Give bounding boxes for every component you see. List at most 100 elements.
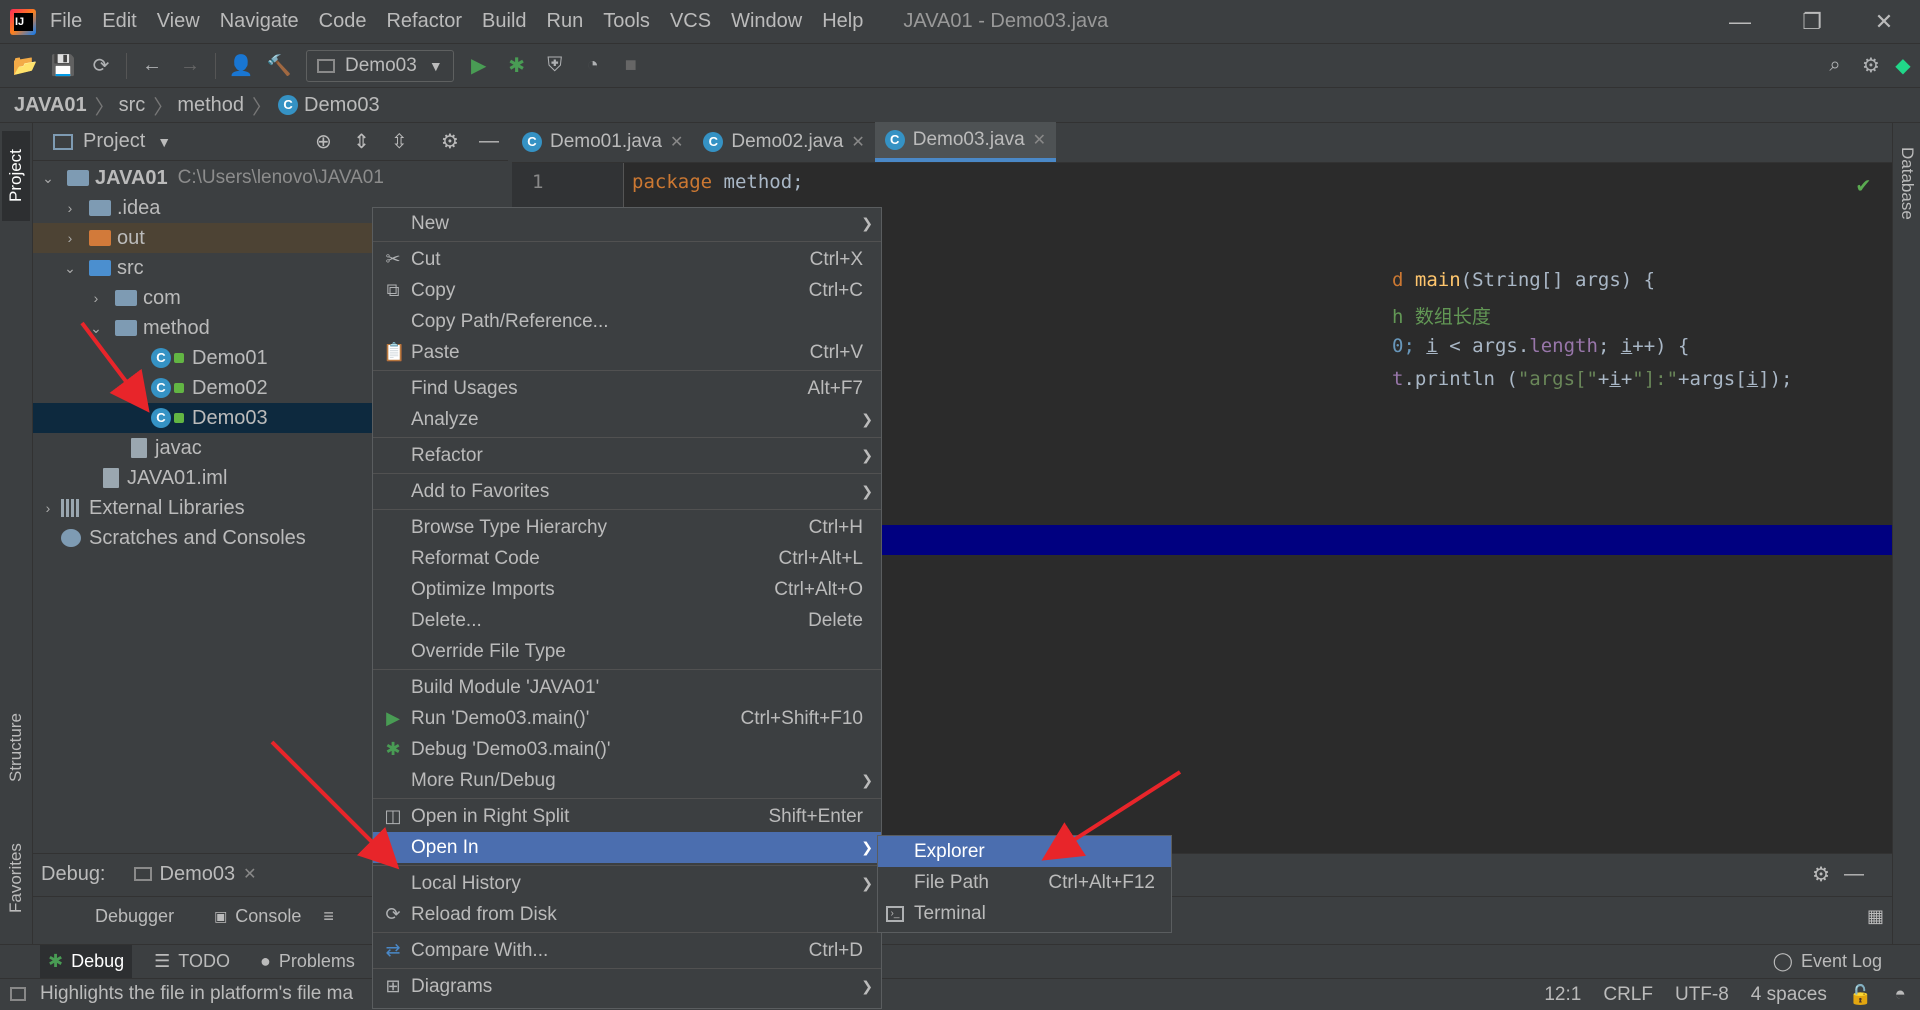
locate-crosshair-icon[interactable]: ⊕: [315, 129, 332, 154]
back-arrow-icon[interactable]: ←: [139, 53, 165, 79]
database-tool-tab[interactable]: Database: [1893, 133, 1920, 233]
debug-tool-button[interactable]: ✱ Debug: [40, 944, 133, 979]
project-panel-title[interactable]: Project: [83, 130, 145, 153]
menu-item-terminal[interactable]: ›_ Terminal: [878, 898, 1171, 929]
run-configuration-select[interactable]: Demo03 ▼: [306, 49, 454, 82]
hammer-build-icon[interactable]: 🔨: [266, 53, 292, 79]
menu-navigate[interactable]: Navigate: [220, 10, 299, 33]
tab-demo03[interactable]: C Demo03.java ✕: [874, 122, 1057, 162]
breadcrumb-src[interactable]: src: [119, 94, 146, 117]
panel-toggle-icon[interactable]: [10, 987, 26, 1001]
gear-icon[interactable]: ⚙: [441, 129, 459, 154]
menu-item-diagrams[interactable]: ⊞ Diagrams ❯: [373, 971, 881, 1002]
structure-tool-tab[interactable]: Structure: [2, 693, 30, 803]
expanded-arrow-icon[interactable]: ⌄: [89, 320, 103, 337]
minimize-button[interactable]: —: [1704, 0, 1776, 43]
tab-demo02[interactable]: C Demo02.java ✕: [693, 122, 874, 162]
chevron-down-icon[interactable]: ▼: [157, 134, 171, 150]
collapsed-arrow-icon[interactable]: ›: [63, 230, 77, 246]
expanded-arrow-icon[interactable]: ⌄: [63, 260, 77, 277]
menu-item-optimize-imports[interactable]: Optimize Imports Ctrl+Alt+O: [373, 574, 881, 605]
tab-demo01[interactable]: C Demo01.java ✕: [512, 122, 693, 162]
menu-item-open-in-right-split[interactable]: ◫ Open in Right Split Shift+Enter: [373, 801, 881, 832]
menu-item-browse-type-hierarchy[interactable]: Browse Type Hierarchy Ctrl+H: [373, 512, 881, 543]
breadcrumb-demo03[interactable]: Demo03: [304, 94, 380, 117]
coverage-icon[interactable]: ⛨: [542, 53, 568, 79]
menu-run[interactable]: Run: [547, 10, 584, 33]
settings-gear-icon[interactable]: ⚙: [1858, 53, 1884, 79]
close-tab-icon[interactable]: ✕: [1033, 130, 1046, 150]
close-tab-icon[interactable]: ✕: [851, 132, 864, 152]
menu-build[interactable]: Build: [482, 10, 526, 33]
collapsed-arrow-icon[interactable]: ›: [41, 500, 55, 516]
save-icon[interactable]: 💾: [50, 53, 76, 79]
no-problems-check-icon[interactable]: ✔: [1857, 173, 1870, 198]
open-folder-icon[interactable]: 📂: [12, 53, 38, 79]
menu-vcs[interactable]: VCS: [670, 10, 711, 33]
menu-lines-icon[interactable]: ≡: [323, 906, 334, 927]
project-tool-tab[interactable]: Project: [2, 131, 30, 221]
menu-item-refactor[interactable]: Refactor ❯: [373, 440, 881, 471]
collapsed-arrow-icon[interactable]: ›: [89, 290, 103, 306]
sync-icon[interactable]: ⟳: [88, 53, 114, 79]
expand-all-icon[interactable]: ⇕: [353, 129, 370, 154]
hide-minus-icon[interactable]: —: [479, 130, 499, 153]
search-everywhere-icon[interactable]: ⌕: [1822, 53, 1848, 79]
menu-help[interactable]: Help: [822, 10, 863, 33]
close-tab-icon[interactable]: ✕: [243, 864, 256, 884]
menu-window[interactable]: Window: [731, 10, 802, 33]
menu-item-local-history[interactable]: Local History ❯: [373, 868, 881, 899]
menu-item-override-file-type[interactable]: Override File Type: [373, 636, 881, 667]
gear-icon[interactable]: ⚙: [1812, 862, 1830, 887]
stop-icon[interactable]: ■: [618, 53, 644, 79]
jetbrains-toolbox-icon[interactable]: ◆: [1890, 53, 1916, 79]
layout-icon[interactable]: ▦: [1867, 906, 1884, 927]
run-icon[interactable]: ▶: [466, 53, 492, 79]
problems-tool-button[interactable]: ● Problems: [252, 945, 363, 979]
menu-file[interactable]: File: [50, 10, 82, 33]
memory-indicator-icon[interactable]: ◓: [1895, 984, 1906, 1006]
menu-code[interactable]: Code: [319, 10, 367, 33]
menu-item-find-usages[interactable]: Find Usages Alt+F7: [373, 373, 881, 404]
profile-icon[interactable]: ◔: [580, 53, 606, 79]
restore-button[interactable]: ❐: [1776, 0, 1848, 43]
menu-tools[interactable]: Tools: [603, 10, 650, 33]
menu-item-delete[interactable]: Delete... Delete: [373, 605, 881, 636]
menu-item-add-to-favorites[interactable]: Add to Favorites ❯: [373, 476, 881, 507]
tab-console[interactable]: Console: [235, 906, 301, 927]
menu-item-open-in[interactable]: Open In ❯: [373, 832, 881, 863]
collapse-all-icon[interactable]: ⇳: [391, 129, 408, 154]
favorites-tool-tab[interactable]: Favorites: [2, 823, 30, 933]
menu-item-copy[interactable]: ⧉ Copy Ctrl+C: [373, 275, 881, 306]
user-icon[interactable]: 👤: [228, 53, 254, 79]
debug-bug-icon[interactable]: ✱: [504, 53, 530, 79]
menu-item-build-module[interactable]: Build Module 'JAVA01': [373, 672, 881, 703]
breadcrumb-method[interactable]: method: [177, 94, 244, 117]
menu-item-file-path[interactable]: File Path Ctrl+Alt+F12: [878, 867, 1171, 898]
menu-item-new[interactable]: New ❯: [373, 208, 881, 239]
menu-item-compare-with[interactable]: ⇄ Compare With... Ctrl+D: [373, 935, 881, 966]
close-tab-icon[interactable]: ✕: [670, 132, 683, 152]
menu-item-run[interactable]: ▶ Run 'Demo03.main()' Ctrl+Shift+F10: [373, 703, 881, 734]
menu-item-analyze[interactable]: Analyze ❯: [373, 404, 881, 435]
event-log-button[interactable]: ◯ Event Log: [1765, 945, 1890, 979]
collapsed-arrow-icon[interactable]: ›: [63, 200, 77, 216]
menu-edit[interactable]: Edit: [102, 10, 136, 33]
menu-item-explorer[interactable]: Explorer: [878, 836, 1171, 867]
debug-session-tab[interactable]: Demo03: [160, 863, 236, 886]
hide-minus-icon[interactable]: —: [1844, 863, 1864, 886]
menu-item-reformat-code[interactable]: Reformat Code Ctrl+Alt+L: [373, 543, 881, 574]
menu-item-more-run-debug[interactable]: More Run/Debug ❯: [373, 765, 881, 796]
menu-refactor[interactable]: Refactor: [386, 10, 462, 33]
file-encoding[interactable]: UTF-8: [1675, 984, 1729, 1006]
breadcrumb-project[interactable]: JAVA01: [14, 94, 87, 117]
caret-position[interactable]: 12:1: [1544, 984, 1581, 1006]
forward-arrow-icon[interactable]: →: [177, 53, 203, 79]
tab-debugger[interactable]: Debugger: [95, 906, 174, 927]
menu-item-debug[interactable]: ✱ Debug 'Demo03.main()': [373, 734, 881, 765]
menu-item-paste[interactable]: 📋 Paste Ctrl+V: [373, 337, 881, 368]
close-button[interactable]: ✕: [1848, 0, 1920, 43]
todo-tool-button[interactable]: ☰ TODO: [146, 945, 238, 979]
tree-item-java01[interactable]: ⌄ JAVA01 C:\Users\lenovo\JAVA01: [33, 163, 508, 193]
indent-setting[interactable]: 4 spaces: [1751, 984, 1827, 1006]
